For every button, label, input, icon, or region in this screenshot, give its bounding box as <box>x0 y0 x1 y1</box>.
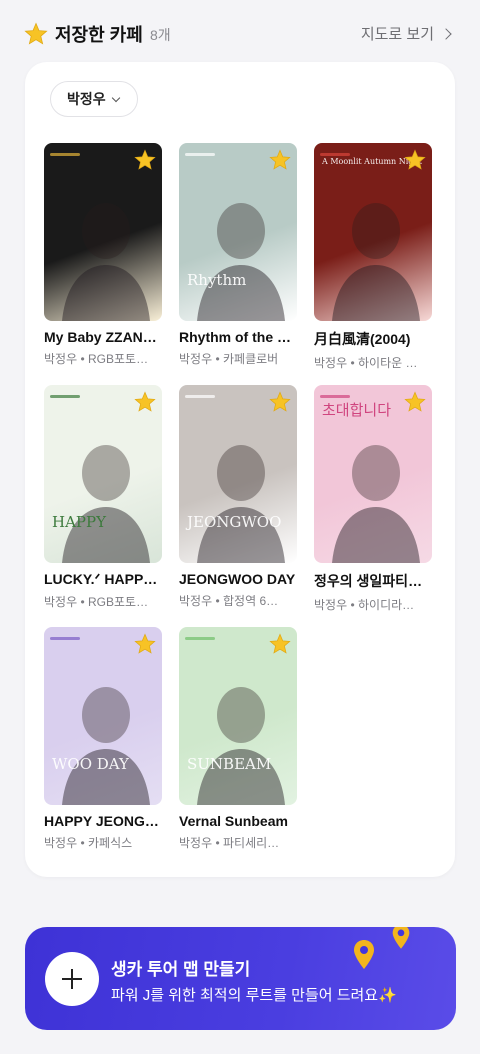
cafe-grid: My Baby ZZANG… 박정우 • RGB포토… Rhythm Rhythm o… <box>44 143 436 869</box>
favorite-star-icon[interactable] <box>404 149 426 171</box>
chevron-right-icon <box>440 27 452 40</box>
artist-filter-dropdown[interactable]: 박정우 <box>50 81 138 117</box>
cafe-meta: 박정우 • RGB포토… <box>44 595 149 609</box>
poster-caption: WOO DAY <box>52 755 129 773</box>
cafe-poster-image[interactable]: Rhythm <box>179 143 297 321</box>
cafe-card[interactable]: HAPPY LUCKY.ᐟ HAPPY.… 박정우 • RGB포토… <box>44 385 164 627</box>
favorite-star-icon[interactable] <box>404 391 426 413</box>
cafe-card[interactable]: Rhythm Rhythm of the R… 박정우 • 카페클로버 <box>179 143 299 385</box>
header: 저장한 카페 8개 지도로 보기 <box>0 0 480 66</box>
banner-subtitle: 파워 J를 위한 최적의 루트를 만들어 드려요✨ <box>111 987 397 1004</box>
cafe-poster-image[interactable]: JEONGWOO <box>179 385 297 563</box>
cafe-name: My Baby ZZANG… <box>44 329 164 345</box>
cafe-poster-image[interactable]: SUNBEAM <box>179 627 297 805</box>
cafe-card[interactable]: WOO DAY HAPPY JEONGW… 박정우 • 카페식스 <box>44 627 164 869</box>
map-pin-icon <box>354 940 374 969</box>
cafe-card[interactable]: My Baby ZZANG… 박정우 • RGB포토… <box>44 143 164 385</box>
view-on-map-link[interactable]: 지도로 보기 <box>360 23 452 44</box>
favorite-star-icon[interactable] <box>269 391 291 413</box>
cafe-meta: 박정우 • 하이타운 … <box>314 356 418 370</box>
plus-icon[interactable] <box>45 952 99 1006</box>
cafe-name: 정우의 생일파티에 … <box>314 573 434 589</box>
poster-caption: Rhythm <box>187 271 247 289</box>
star-icon <box>24 22 48 45</box>
saved-cafes-card: 박정우 My Baby ZZANG… 박정우 • RGB포토… Rhythm Rhyt… <box>25 62 455 877</box>
favorite-star-icon[interactable] <box>134 633 156 655</box>
poster-caption: SUNBEAM <box>187 755 272 773</box>
favorite-star-icon[interactable] <box>269 149 291 171</box>
page-title: 저장한 카페 <box>55 25 143 45</box>
cafe-poster-image[interactable] <box>44 143 162 321</box>
cafe-meta: 박정우 • 카페식스 <box>44 836 133 850</box>
cafe-meta: 박정우 • 카페클로버 <box>179 352 279 366</box>
cafe-name: Rhythm of the R… <box>179 329 299 345</box>
saved-count: 8개 <box>150 27 171 43</box>
view-on-map-label: 지도로 보기 <box>360 26 434 43</box>
cafe-name: JEONGWOO DAY <box>179 571 296 587</box>
favorite-star-icon[interactable] <box>269 633 291 655</box>
create-tour-map-banner[interactable]: 생카 투어 맵 만들기 파워 J를 위한 최적의 루트를 만들어 드려요✨ <box>25 927 456 1030</box>
cafe-meta: 박정우 • RGB포토… <box>44 352 149 366</box>
cafe-poster-image[interactable]: HAPPY <box>44 385 162 563</box>
favorite-star-icon[interactable] <box>134 149 156 171</box>
filter-label: 박정우 <box>67 91 106 107</box>
chevron-down-icon <box>111 93 120 102</box>
poster-caption: JEONGWOO <box>187 513 282 531</box>
cafe-poster-image[interactable]: A Moonlit Autumn Night <box>314 143 432 321</box>
cafe-card[interactable]: SUNBEAM Vernal Sunbeam 박정우 • 파티세리… <box>179 627 299 869</box>
cafe-meta: 박정우 • 파티세리… <box>179 836 280 850</box>
cafe-name: LUCKY.ᐟ HAPPY.… <box>44 571 164 587</box>
favorite-star-icon[interactable] <box>134 391 156 413</box>
poster-caption: HAPPY <box>52 513 107 531</box>
cafe-card[interactable]: A Moonlit Autumn Night 月白風清(2004) 박정우 • 하이… <box>314 143 434 385</box>
banner-title: 생카 투어 맵 만들기 <box>111 960 251 979</box>
cafe-meta: 박정우 • 하이디라… <box>314 598 415 612</box>
poster-caption: 초대합니다 <box>322 401 392 419</box>
cafe-poster-image[interactable]: WOO DAY <box>44 627 162 805</box>
cafe-name: 月白風清(2004) <box>314 331 411 347</box>
cafe-card[interactable]: 초대합니다정우의 생일파티에 … 박정우 • 하이디라… <box>314 385 434 627</box>
map-pin-icon <box>392 927 410 949</box>
cafe-name: HAPPY JEONGW… <box>44 813 164 829</box>
cafe-name: Vernal Sunbeam <box>179 813 288 829</box>
cafe-meta: 박정우 • 합정역 6… <box>179 594 279 608</box>
cafe-poster-image[interactable]: 초대합니다 <box>314 385 432 563</box>
cafe-card[interactable]: JEONGWOO JEONGWOO DAY 박정우 • 합정역 6… <box>179 385 299 627</box>
